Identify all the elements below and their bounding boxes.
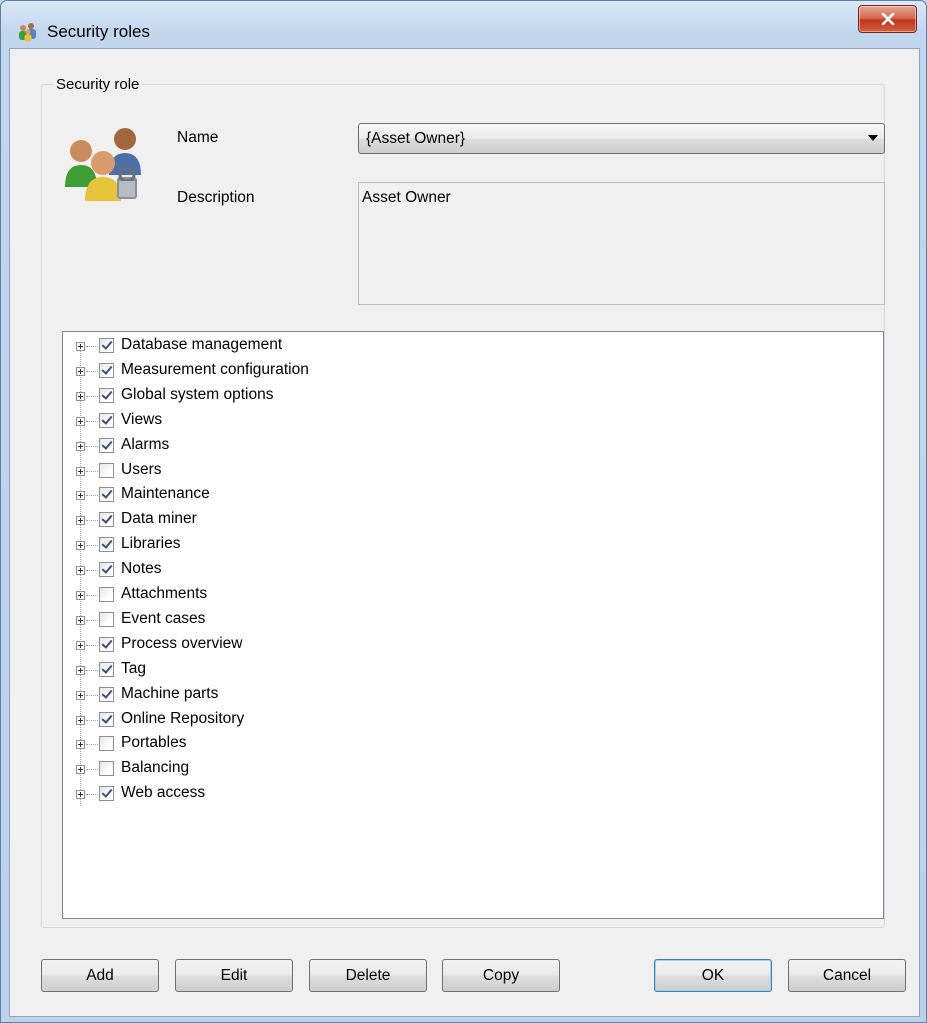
users-icon xyxy=(19,23,36,42)
description-label: Description xyxy=(177,189,255,206)
copy-button[interactable]: Copy xyxy=(442,959,560,992)
group-title: Security role xyxy=(53,76,143,93)
chevron-down-icon[interactable] xyxy=(868,135,878,141)
tree-item[interactable]: Database management xyxy=(76,336,476,360)
name-dropdown-value: {Asset Owner} xyxy=(366,130,466,147)
permission-checkbox[interactable] xyxy=(99,487,114,503)
expand-plus-icon[interactable] xyxy=(76,665,85,675)
expand-plus-icon[interactable] xyxy=(76,416,85,426)
permission-checkbox[interactable] xyxy=(99,786,114,802)
tree-item-label: Libraries xyxy=(121,535,181,553)
security-role-users-icon xyxy=(65,128,141,201)
tree-item[interactable]: Measurement configuration xyxy=(76,361,476,385)
tree-item[interactable]: Portables xyxy=(76,734,476,758)
permission-checkbox[interactable] xyxy=(99,362,114,378)
tree-item-label: Tag xyxy=(121,659,146,677)
permission-checkbox[interactable] xyxy=(99,437,114,453)
tree-item-label: Maintenance xyxy=(121,485,210,503)
expand-plus-icon[interactable] xyxy=(76,765,85,775)
expand-plus-icon[interactable] xyxy=(76,516,85,526)
tree-item-label: Data miner xyxy=(121,510,197,528)
tree-item-label: Online Repository xyxy=(121,709,245,727)
tree-item-label: Attachments xyxy=(121,585,208,602)
edit-button[interactable]: Edit xyxy=(175,959,293,992)
permission-checkbox[interactable] xyxy=(99,412,114,428)
permission-checkbox[interactable] xyxy=(99,512,114,528)
tree-item-label: Global system options xyxy=(121,385,274,403)
add-button[interactable]: Add xyxy=(41,959,159,992)
tree-item[interactable]: Views xyxy=(76,411,476,435)
tree-item[interactable]: Machine parts xyxy=(76,685,476,709)
tree-item[interactable]: Alarms xyxy=(76,436,476,460)
permission-checkbox[interactable] xyxy=(99,611,114,627)
permission-checkbox[interactable] xyxy=(99,686,114,702)
tree-item-label: Database management xyxy=(121,336,283,353)
permission-checkbox[interactable] xyxy=(99,711,114,727)
tree-item[interactable]: Online Repository xyxy=(76,710,476,734)
tree-item[interactable]: Maintenance xyxy=(76,485,476,509)
description-field[interactable]: Asset Owner xyxy=(358,182,885,305)
permission-checkbox[interactable] xyxy=(99,387,114,403)
tree-item[interactable]: Web access xyxy=(76,784,476,808)
tree-item[interactable]: Attachments xyxy=(76,585,476,609)
tree-item[interactable]: Users xyxy=(76,461,476,485)
tree-item[interactable]: Notes xyxy=(76,560,476,584)
expand-plus-icon[interactable] xyxy=(76,715,85,725)
tree-item-label: Event cases xyxy=(121,609,206,627)
permission-checkbox[interactable] xyxy=(99,338,114,353)
tree-item-label: Views xyxy=(121,410,163,428)
permission-checkbox[interactable] xyxy=(99,736,114,752)
permission-checkbox[interactable] xyxy=(99,562,114,578)
tree-item[interactable]: Process overview xyxy=(76,635,476,659)
tree-item-label: Users xyxy=(121,460,162,478)
permission-checkbox[interactable] xyxy=(99,761,114,777)
name-label: Name xyxy=(177,129,219,146)
expand-plus-icon[interactable] xyxy=(76,566,85,576)
tree-item[interactable]: Balancing xyxy=(76,759,476,783)
dialog-body: Security role Name {Asset Owner} Descrip… xyxy=(9,48,920,1017)
tree-item[interactable]: Tag xyxy=(76,660,476,684)
tree-item-label: Measurement configuration xyxy=(121,360,309,378)
delete-button[interactable]: Delete xyxy=(309,959,427,992)
description-value: Asset Owner xyxy=(362,189,451,206)
expand-plus-icon[interactable] xyxy=(76,391,85,401)
window-title: Security roles xyxy=(47,22,150,41)
expand-plus-icon[interactable] xyxy=(76,591,85,600)
expand-plus-icon[interactable] xyxy=(76,615,85,625)
expand-plus-icon[interactable] xyxy=(76,441,85,451)
tree-item-label: Portables xyxy=(121,734,187,752)
tree-item[interactable]: Global system options xyxy=(76,386,476,410)
permission-checkbox[interactable] xyxy=(99,537,114,553)
expand-plus-icon[interactable] xyxy=(76,640,85,650)
tree-item[interactable]: Event cases xyxy=(76,610,476,634)
permission-checkbox[interactable] xyxy=(99,462,114,478)
close-icon xyxy=(881,13,894,25)
expand-plus-icon[interactable] xyxy=(76,466,85,476)
tree-item-label: Process overview xyxy=(121,634,243,652)
cancel-button[interactable]: Cancel xyxy=(788,959,906,992)
expand-plus-icon[interactable] xyxy=(76,541,85,551)
expand-plus-icon[interactable] xyxy=(76,342,85,351)
security-roles-dialog: Security roles Security role Name {Asset… xyxy=(0,0,927,1023)
expand-plus-icon[interactable] xyxy=(76,491,85,501)
expand-plus-icon[interactable] xyxy=(76,790,85,800)
permission-checkbox[interactable] xyxy=(99,587,114,602)
expand-plus-icon[interactable] xyxy=(76,740,85,750)
expand-plus-icon[interactable] xyxy=(76,690,85,700)
tree-item[interactable]: Data miner xyxy=(76,510,476,534)
tree-item-label: Web access xyxy=(121,784,206,802)
expand-plus-icon[interactable] xyxy=(76,366,85,376)
permission-checkbox[interactable] xyxy=(99,661,114,677)
permissions-tree[interactable]: Database management Measurement configura… xyxy=(62,331,884,919)
close-button[interactable] xyxy=(858,5,917,33)
tree-item-label: Alarms xyxy=(121,435,170,453)
title-bar[interactable]: Security roles xyxy=(1,1,926,47)
tree-item-label: Machine parts xyxy=(121,684,219,702)
permission-checkbox[interactable] xyxy=(99,636,114,652)
ok-button[interactable]: OK xyxy=(654,959,772,992)
tree-item-label: Notes xyxy=(121,560,162,578)
tree-item[interactable]: Libraries xyxy=(76,535,476,559)
tree-item-label: Balancing xyxy=(121,759,190,777)
name-dropdown[interactable]: {Asset Owner} xyxy=(358,123,885,154)
